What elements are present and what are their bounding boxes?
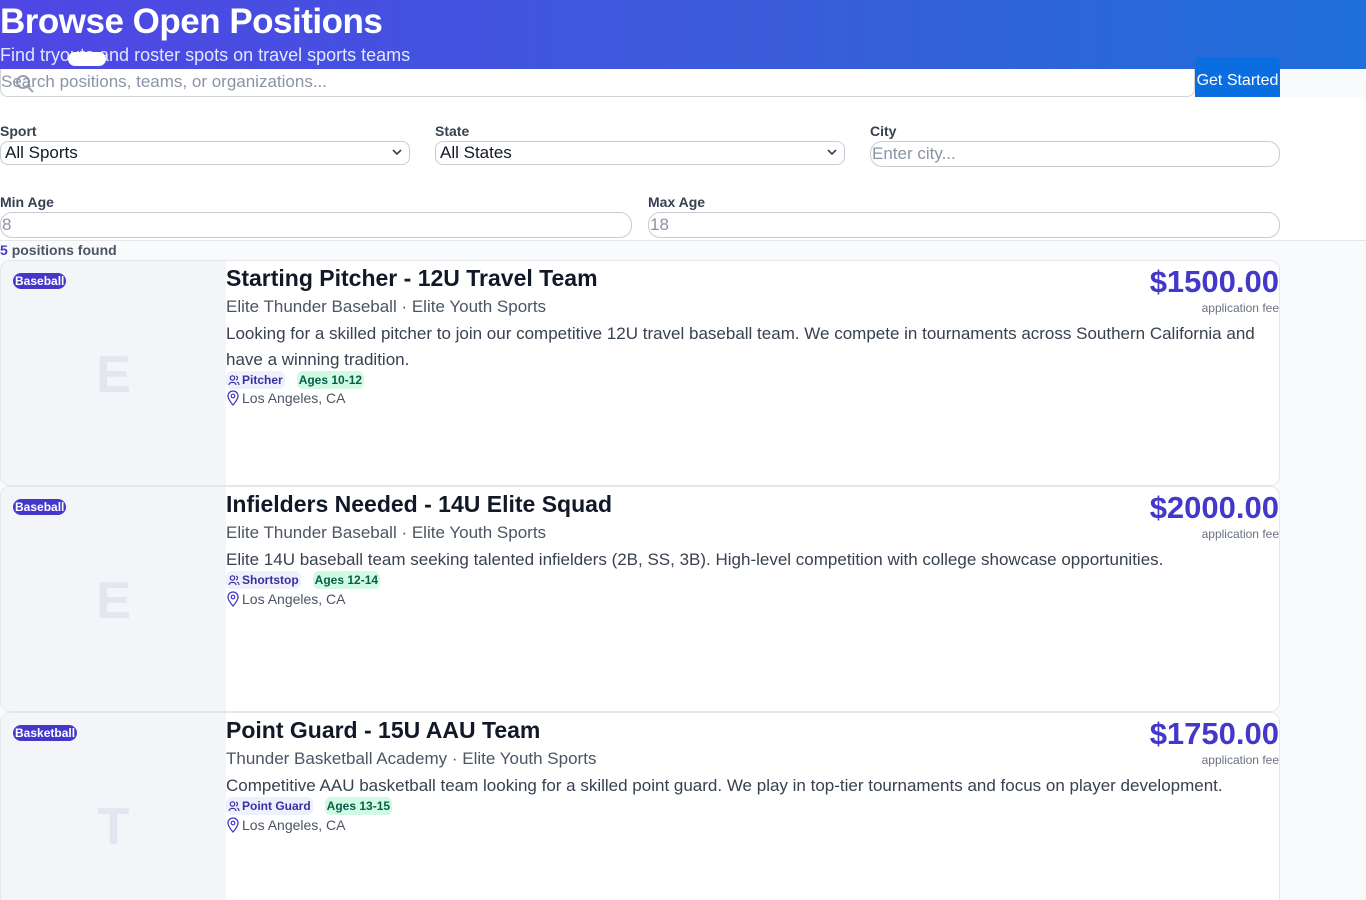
min-age-input[interactable] (0, 212, 632, 238)
fee-block: $1750.00 application fee (1150, 715, 1279, 767)
team-thumbnail: E (1, 261, 226, 485)
fee-block: $2000.00 application fee (1150, 489, 1279, 541)
fee-amount: $2000.00 (1149, 490, 1279, 525)
page-subtitle: Find tryouts and roster spots on travel … (0, 45, 411, 65)
page-header: Browse Open Positions Find tryouts and r… (0, 0, 1366, 69)
map-pin-icon (227, 390, 239, 406)
sport-select-value: All Sports (5, 143, 78, 162)
location-text: Los Angeles, CA (242, 591, 346, 607)
position-title[interactable]: Starting Pitcher - 12U Travel Team (226, 265, 598, 292)
min-age-label: Min Age (0, 194, 54, 210)
age-tag: Ages 13-15 (324, 797, 393, 815)
map-pin-icon (227, 817, 239, 833)
position-card[interactable]: T Basketball Point Guard - 15U AAU Team … (0, 712, 1280, 900)
position-description: Looking for a skilled pitcher to join ou… (226, 324, 1255, 369)
position-card[interactable]: E Baseball Infielders Needed - 14U Elite… (0, 486, 1280, 712)
max-age-label: Max Age (648, 194, 706, 210)
fee-block: $1500.00 application fee (1150, 263, 1279, 315)
tag-list: Pitcher Ages 10-12 (226, 371, 365, 389)
users-icon (228, 575, 240, 586)
team-thumbnail: E (1, 487, 226, 711)
state-select-value: All States (440, 143, 512, 162)
city-filter-label: City (870, 123, 897, 139)
page-title: Browse Open Positions (0, 2, 383, 41)
fee-amount: $1750.00 (1149, 716, 1279, 751)
team-initial: T (97, 798, 130, 856)
location: Los Angeles, CA (226, 390, 346, 406)
position-tag: Shortstop (226, 571, 301, 589)
position-tag-label: Shortstop (242, 573, 299, 587)
location: Los Angeles, CA (226, 591, 346, 607)
position-description: Competitive AAU basketball team looking … (226, 776, 1223, 795)
location-text: Los Angeles, CA (242, 390, 346, 406)
position-tag: Point Guard (226, 797, 313, 815)
location: Los Angeles, CA (226, 817, 346, 833)
sport-badge: Basketball (13, 725, 78, 741)
position-tag-label: Pitcher (242, 373, 283, 387)
results-count-number: 5 (0, 242, 8, 258)
users-icon (228, 801, 240, 812)
organization-name: Elite Thunder Baseball · Elite Youth Spo… (226, 297, 547, 316)
sport-filter-label: Sport (0, 123, 37, 139)
city-input[interactable] (870, 141, 1280, 167)
organization-name: Thunder Basketball Academy · Elite Youth… (226, 749, 597, 768)
state-select[interactable]: All States (435, 141, 845, 165)
fee-label: application fee (1201, 301, 1279, 315)
organization-name: Elite Thunder Baseball · Elite Youth Spo… (226, 523, 547, 542)
fee-label: application fee (1201, 753, 1279, 767)
team-initial: E (96, 572, 131, 630)
filter-panel: Sport All Sports State All States City M… (0, 97, 1366, 241)
max-age-input[interactable] (648, 212, 1280, 238)
position-title[interactable]: Infielders Needed - 14U Elite Squad (226, 491, 612, 518)
fee-amount: $1500.00 (1149, 264, 1279, 299)
search-input[interactable] (1, 69, 1194, 95)
map-pin-icon (227, 591, 239, 607)
results-count-label: positions found (11, 242, 117, 258)
position-description: Elite 14U baseball team seeking talented… (226, 550, 1164, 569)
results-count: 5 positions found (0, 242, 117, 258)
age-tag: Ages 10-12 (296, 371, 365, 389)
sport-badge: Baseball (13, 499, 67, 515)
position-tag: Pitcher (226, 371, 285, 389)
location-text: Los Angeles, CA (242, 817, 346, 833)
position-title[interactable]: Point Guard - 15U AAU Team (226, 717, 540, 744)
fee-label: application fee (1201, 527, 1279, 541)
team-initial: E (96, 346, 131, 404)
users-icon (228, 375, 240, 386)
tag-list: Shortstop Ages 12-14 (226, 571, 381, 589)
position-card[interactable]: E Baseball Starting Pitcher - 12U Travel… (0, 260, 1280, 486)
search-bar (0, 69, 1195, 97)
chevron-down-icon (392, 149, 402, 156)
cloud-icon (68, 52, 106, 66)
age-tag: Ages 12-14 (312, 571, 381, 589)
position-tag-label: Point Guard (242, 799, 311, 813)
team-thumbnail: T (1, 713, 226, 900)
chevron-down-icon (827, 149, 837, 156)
tag-list: Point Guard Ages 13-15 (226, 797, 393, 815)
sport-badge: Baseball (13, 273, 67, 289)
sport-select[interactable]: All Sports (0, 141, 410, 165)
state-filter-label: State (435, 123, 470, 139)
